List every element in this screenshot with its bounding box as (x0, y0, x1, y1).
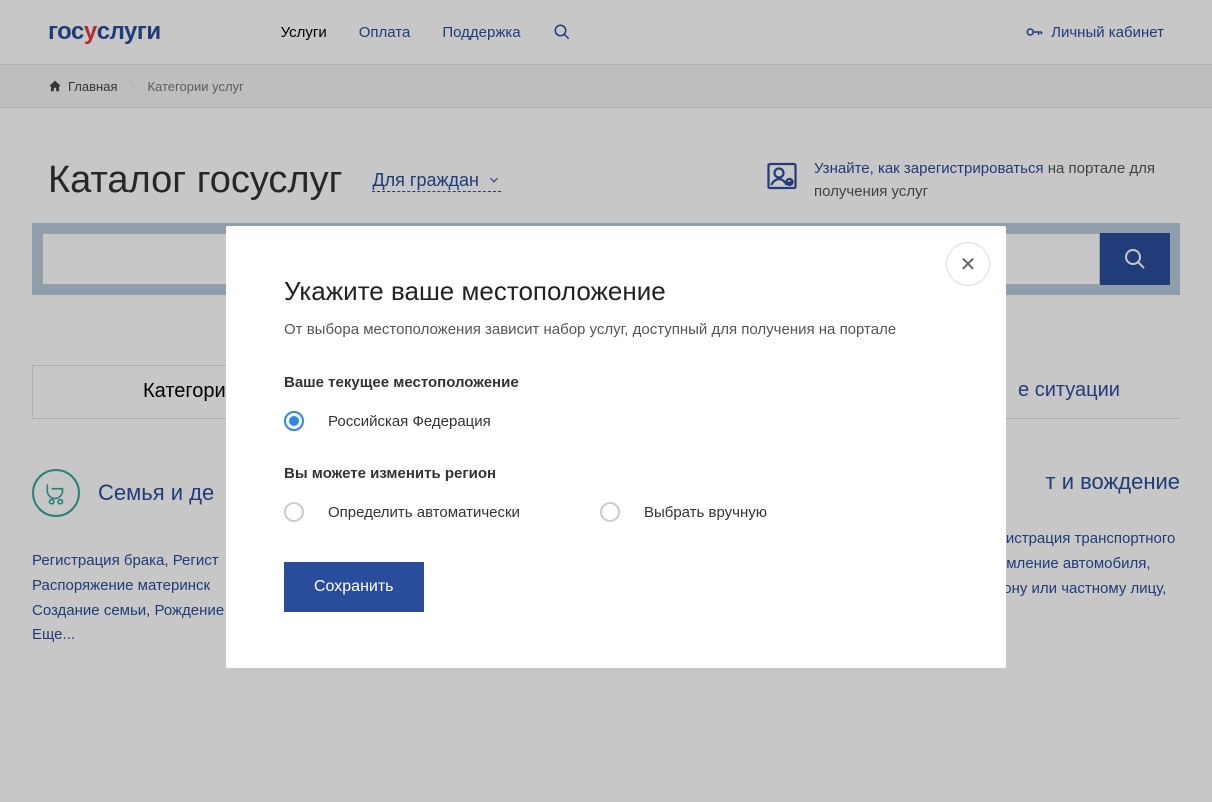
modal-title: Укажите ваше местоположение (284, 276, 948, 307)
close-button[interactable]: ✕ (946, 242, 990, 286)
change-region-label: Вы можете изменить регион (284, 465, 948, 482)
modal-subtitle: От выбора местоположения зависит набор у… (284, 321, 948, 338)
option-manual-row[interactable]: Выбрать вручную (600, 502, 767, 522)
current-location-value: Российская Федерация (328, 413, 491, 430)
option-auto-row[interactable]: Определить автоматически (284, 502, 520, 522)
radio-manual[interactable] (600, 502, 620, 522)
option-auto-label: Определить автоматически (328, 504, 520, 521)
close-icon: ✕ (960, 252, 977, 277)
radio-auto[interactable] (284, 502, 304, 522)
radio-dot-icon (289, 416, 299, 426)
location-modal: ✕ Укажите ваше местоположение От выбора … (226, 226, 1006, 668)
current-location-label: Ваше текущее местоположение (284, 374, 948, 391)
current-location-row[interactable]: Российская Федерация (284, 411, 948, 431)
save-button[interactable]: Сохранить (284, 562, 424, 612)
option-manual-label: Выбрать вручную (644, 504, 767, 521)
radio-current[interactable] (284, 411, 304, 431)
change-region-options: Определить автоматически Выбрать вручную (284, 502, 948, 522)
